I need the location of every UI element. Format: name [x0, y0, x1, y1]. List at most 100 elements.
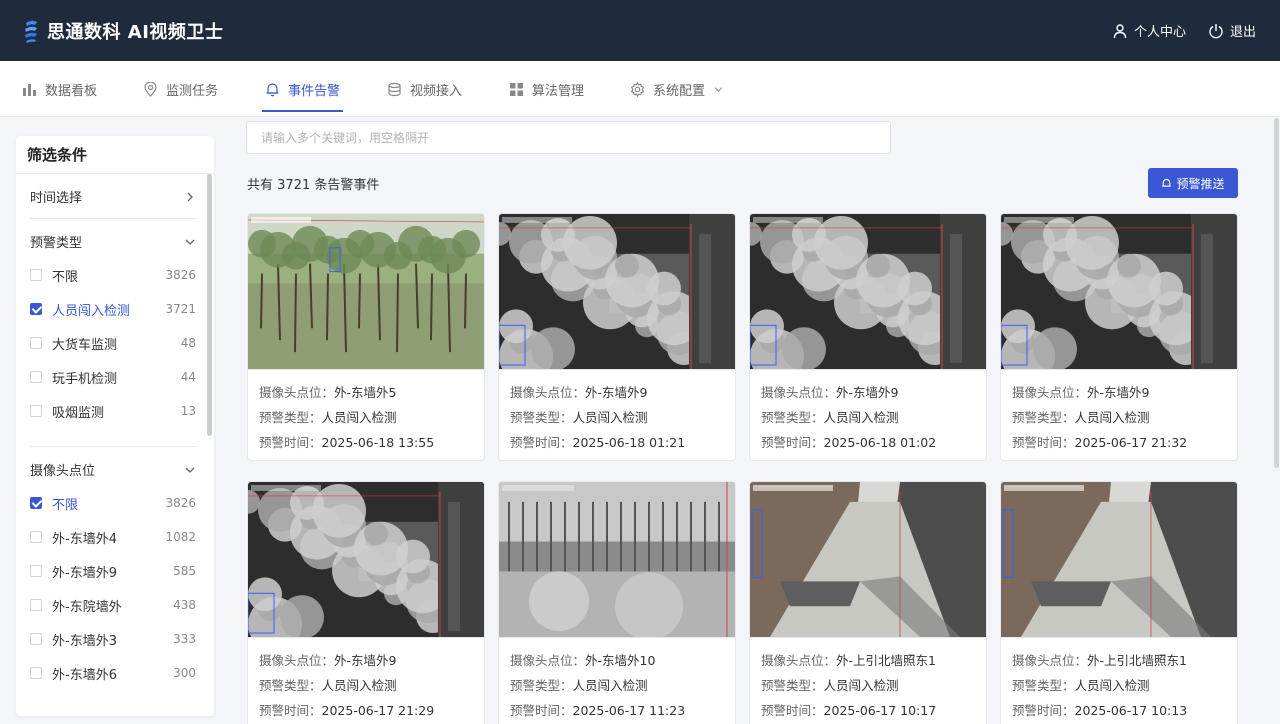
user-center-label: 个人中心	[1133, 25, 1186, 40]
type-value: 人员闯入检测	[572, 410, 648, 425]
checkbox[interactable]	[30, 405, 42, 417]
nav-label: 算法管理	[532, 83, 585, 99]
time-label: 预警时间：	[510, 703, 573, 718]
database-icon	[388, 82, 401, 96]
nav-label: 监测任务	[166, 83, 219, 99]
checkbox[interactable]	[30, 599, 42, 611]
camera-value: 外-上引北墙照东1	[836, 653, 936, 668]
divider	[30, 446, 196, 447]
type-line: 预警类型：人员闯入检测	[259, 405, 473, 430]
brand[interactable]: 思通数科 AI视频卫士	[23, 18, 223, 44]
filter-option[interactable]: 外-东墙外6 300	[30, 663, 196, 683]
checkbox[interactable]	[30, 337, 42, 349]
checkbox[interactable]	[30, 497, 42, 509]
checkbox[interactable]	[30, 371, 42, 383]
logout-link[interactable]: 退出	[1208, 21, 1256, 40]
checkbox[interactable]	[30, 633, 42, 645]
filter-option[interactable]: 不限 3826	[30, 493, 196, 513]
time-line: 预警时间：2025-06-18 01:21	[510, 430, 724, 455]
bar-chart-icon	[23, 83, 36, 96]
event-thumbnail[interactable]	[750, 482, 986, 638]
sidebar-scrollbar[interactable]	[207, 174, 212, 436]
option-count: 300	[173, 666, 196, 680]
type-value: 人员闯入检测	[823, 678, 899, 693]
alert-type-toggle[interactable]: 预警类型	[30, 232, 196, 251]
filter-option[interactable]: 玩手机检测 44	[30, 367, 196, 387]
camera-line: 摄像头点位：外-东墙外9	[1012, 380, 1226, 405]
nav-item-monitor-tasks[interactable]: 监测任务	[143, 61, 218, 117]
event-thumbnail[interactable]	[1001, 482, 1237, 638]
type-line: 预警类型：人员闯入检测	[761, 405, 975, 430]
time-value: 2025-06-17 21:32	[1074, 435, 1188, 450]
event-card[interactable]: 摄像头点位：外-东墙外9 预警类型：人员闯入检测 预警时间：2025-06-18 0…	[749, 213, 987, 461]
filter-option[interactable]: 大货车监测 48	[30, 333, 196, 353]
type-line: 预警类型：人员闯入检测	[761, 673, 975, 698]
event-card[interactable]: 摄像头点位：外-东墙外9 预警类型：人员闯入检测 预警时间：2025-06-17 2…	[247, 481, 485, 724]
user-center-link[interactable]: 个人中心	[1112, 21, 1186, 40]
nav-item-system-config[interactable]: 系统配置	[630, 61, 724, 117]
nav-item-video-access[interactable]: 视频接入	[387, 61, 462, 117]
alert-push-button[interactable]: 预警推送	[1148, 168, 1238, 198]
camera-filter-toggle[interactable]: 摄像头点位	[30, 460, 196, 479]
event-thumbnail[interactable]	[499, 482, 735, 638]
type-label: 预警类型：	[510, 678, 573, 693]
type-label: 预警类型：	[761, 678, 824, 693]
filter-option[interactable]: 外-东墙外3 333	[30, 629, 196, 649]
type-label: 预警类型：	[1012, 410, 1075, 425]
chevron-down-icon	[185, 467, 195, 473]
filter-option[interactable]: 外-东院墙外 438	[30, 595, 196, 615]
keyword-search-input[interactable]	[246, 121, 891, 154]
option-label: 外-东墙外6	[52, 667, 117, 683]
time-label: 预警时间：	[259, 703, 322, 718]
checkbox[interactable]	[30, 531, 42, 543]
type-value: 人员闯入检测	[1074, 678, 1150, 693]
option-label: 外-东墙外4	[52, 531, 117, 547]
filter-option[interactable]: 外-东墙外9 585	[30, 561, 196, 581]
camera-value: 外-上引北墙照东1	[1087, 653, 1187, 668]
event-card[interactable]: 摄像头点位：外-上引北墙照东1 预警类型：人员闯入检测 预警时间：2025-06-1…	[1000, 481, 1238, 724]
camera-label: 摄像头点位：	[761, 653, 837, 668]
event-card[interactable]: 摄像头点位：外-上引北墙照东1 预警类型：人员闯入检测 预警时间：2025-06-1…	[749, 481, 987, 724]
option-label: 人员闯入检测	[52, 303, 131, 319]
checkbox[interactable]	[30, 303, 42, 315]
event-thumbnail[interactable]	[248, 482, 484, 638]
camera-label: 摄像头点位：	[510, 385, 586, 400]
type-value: 人员闯入检测	[572, 678, 648, 693]
event-thumbnail[interactable]	[248, 214, 484, 370]
event-thumbnail[interactable]	[1001, 214, 1237, 370]
camera-label: 摄像头点位：	[1012, 653, 1088, 668]
camera-line: 摄像头点位：外-东墙外9	[761, 380, 975, 405]
filter-option[interactable]: 人员闯入检测 3721	[30, 299, 196, 319]
event-thumbnail[interactable]	[499, 214, 735, 370]
time-filter-toggle[interactable]: 时间选择	[30, 187, 196, 206]
filter-option[interactable]: 外-东墙外4 1082	[30, 527, 196, 547]
time-line: 预警时间：2025-06-17 10:13	[1012, 698, 1226, 723]
camera-label: 摄像头点位：	[1012, 385, 1088, 400]
checkbox[interactable]	[30, 565, 42, 577]
event-card[interactable]: 摄像头点位：外-东墙外9 预警类型：人员闯入检测预警时间：2025-06-17 2…	[1000, 213, 1238, 461]
nav-label: 视频接入	[410, 83, 463, 99]
type-value: 人员闯入检测	[823, 410, 899, 425]
type-line: 预警类型：人员闯入检测	[510, 673, 724, 698]
type-label: 预警类型：	[510, 410, 573, 425]
filter-option[interactable]: 吸烟监测 13	[30, 401, 196, 421]
type-line: 预警类型：人员闯入检测	[1012, 405, 1226, 430]
nav-item-event-alerts[interactable]: 事件告警	[261, 61, 344, 117]
option-label: 不限	[52, 269, 79, 285]
page-scrollbar[interactable]	[1274, 118, 1279, 468]
camera-label: 摄像头点位：	[259, 385, 335, 400]
type-label: 预警类型：	[761, 410, 824, 425]
nav-item-algorithms[interactable]: 算法管理	[509, 61, 584, 117]
checkbox[interactable]	[30, 269, 42, 281]
event-card[interactable]: 摄像头点位：外-东墙外9 预警类型：人员闯入检测 预警时间：2025-06-18 0…	[498, 213, 736, 461]
time-label: 预警时间：	[1012, 435, 1075, 450]
event-card[interactable]: 摄像头点位：外-东墙外5 预警类型：人员闯入检测 预警时间：2025-06-18 1…	[247, 213, 485, 461]
time-line: 预警时间：2025-06-18 01:02	[761, 430, 975, 455]
camera-line: 摄像头点位：外-东墙外9	[259, 648, 473, 673]
option-count: 438	[173, 598, 196, 612]
event-card[interactable]: 摄像头点位：外-东墙外10 预警类型：人员闯入检测 预警时间：2025-06-17 …	[498, 481, 736, 724]
checkbox[interactable]	[30, 667, 42, 679]
event-thumbnail[interactable]	[750, 214, 986, 370]
nav-item-dashboard[interactable]: 数据看板	[22, 61, 97, 117]
filter-option[interactable]: 不限 3826	[30, 265, 196, 285]
